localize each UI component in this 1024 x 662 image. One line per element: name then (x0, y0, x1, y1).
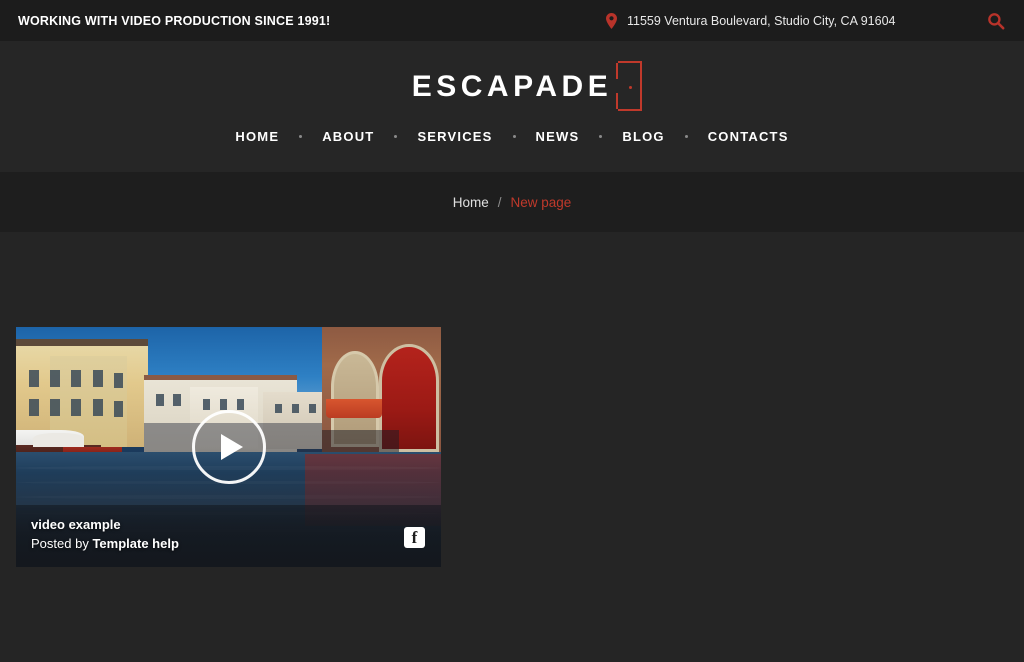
breadcrumb-band: Home / New page (0, 172, 1024, 232)
nav-separator-dot (299, 135, 303, 138)
nav-item-home[interactable]: HOME (235, 129, 279, 144)
site-logo[interactable]: ESCAPADE (411, 61, 643, 111)
facebook-f-glyph: f (411, 527, 418, 547)
video-title: video example (31, 517, 121, 533)
nav-item-blog[interactable]: BLOG (622, 129, 664, 144)
main-navigation: HOME ABOUT SERVICES NEWS BLOG CONTACTS (235, 129, 788, 144)
breadcrumb-separator: / (497, 194, 502, 210)
video-author: Template help (92, 535, 179, 551)
nav-item-contacts[interactable]: CONTACTS (708, 129, 789, 144)
nav-separator-dot (599, 135, 603, 138)
nav-separator-dot (394, 135, 398, 138)
video-caption: video example Posted by Template help (16, 515, 441, 567)
facebook-icon[interactable]: f (404, 527, 425, 548)
nav-separator-dot (512, 135, 516, 138)
colonnade-shadow (322, 430, 399, 455)
breadcrumb-link-home[interactable]: Home (453, 195, 489, 210)
tagline-text: WORKING WITH VIDEO PRODUCTION SINCE 1991… (18, 13, 331, 28)
video-card[interactable]: video example Posted by Template help f (16, 327, 441, 567)
nav-item-news[interactable]: NEWS (536, 129, 580, 144)
search-icon[interactable] (986, 11, 1006, 31)
address-text: 11559 Ventura Boulevard, Studio City, CA… (627, 13, 896, 28)
left-building-roof (16, 339, 148, 347)
map-pin-icon (605, 12, 618, 29)
posted-by-prefix: Posted by (31, 535, 89, 551)
main-content: video example Posted by Template help f (0, 232, 1024, 662)
nav-item-about[interactable]: ABOUT (322, 129, 374, 144)
play-icon[interactable] (191, 410, 266, 484)
nav-item-services[interactable]: SERVICES (417, 129, 492, 144)
red-awning (326, 399, 382, 419)
video-posted-by: Posted by Template help (31, 535, 441, 553)
play-triangle (220, 434, 243, 460)
breadcrumb: Home / New page (453, 195, 572, 210)
site-header: ESCAPADE HOME ABOUT SERVICES NEWS BLOG C… (0, 41, 1024, 172)
address-block: 11559 Ventura Boulevard, Studio City, CA… (605, 12, 896, 29)
logo-text: ESCAPADE (411, 70, 613, 103)
boat-cover (33, 432, 84, 447)
top-bar: WORKING WITH VIDEO PRODUCTION SINCE 1991… (0, 0, 1024, 41)
nav-separator-dot (684, 135, 688, 138)
breadcrumb-current-page: New page (510, 194, 572, 210)
